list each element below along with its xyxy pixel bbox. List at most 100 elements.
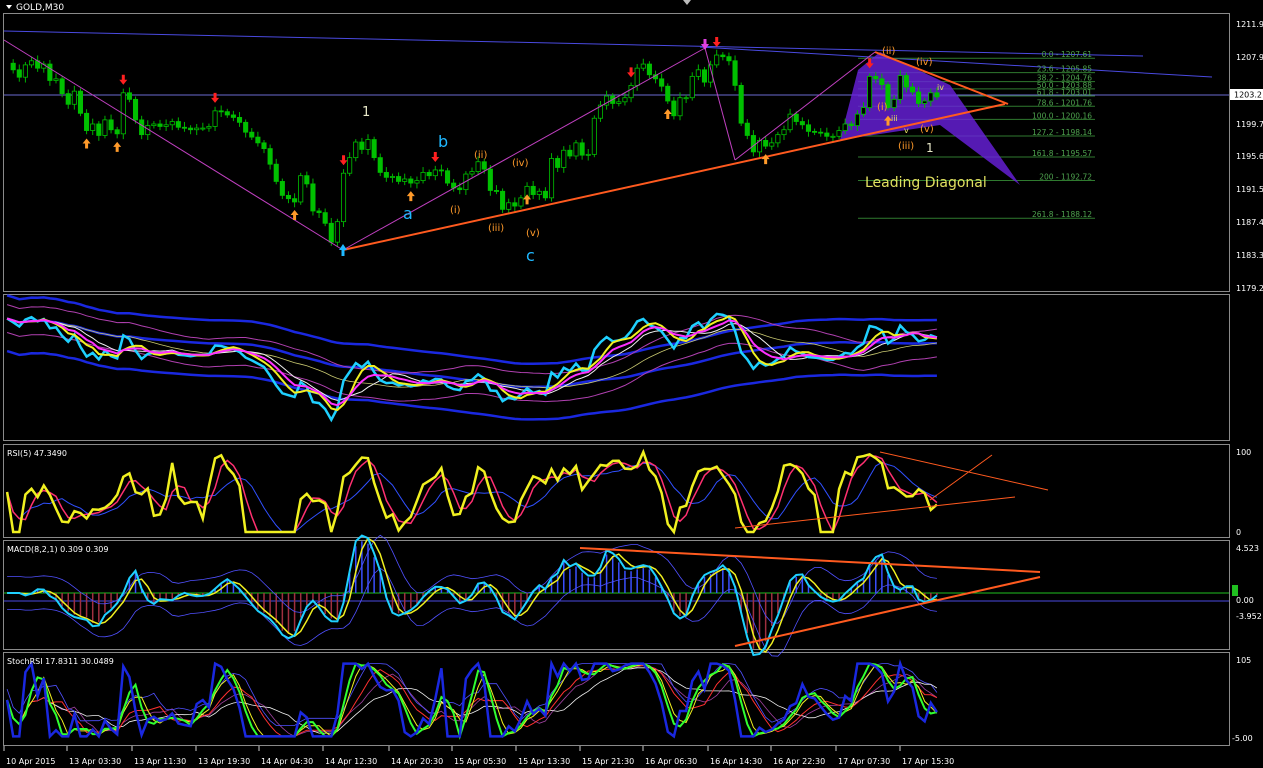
candle-body — [322, 212, 328, 224]
candle-body — [616, 101, 622, 104]
candle-body — [628, 85, 634, 99]
symbol-dropdown-icon[interactable] — [6, 5, 12, 9]
fractal-up-arrow — [82, 138, 91, 149]
fractal-down-arrow — [627, 67, 636, 78]
candle-body — [230, 114, 236, 118]
candle-body — [481, 161, 487, 170]
fib-level-label: 200 - 1192.72 — [1039, 172, 1092, 181]
time-label: 13 Apr 11:30 — [134, 757, 186, 766]
candle-body — [640, 63, 646, 69]
chart-shift-marker[interactable] — [683, 0, 691, 5]
wave-label-r-small-iii: iii — [891, 114, 898, 123]
rsi-panel-frame — [3, 444, 1230, 538]
fib-level-label: 78.6 - 1201.76 — [1037, 98, 1092, 107]
current-price-label: 1203.2 — [1234, 91, 1262, 100]
candle-body — [181, 126, 188, 129]
fractal-up-arrow — [406, 191, 415, 202]
wave-label-ii: (ii) — [474, 150, 487, 161]
purple-channel-line-3 — [704, 47, 736, 161]
macd-envelope-line — [7, 567, 937, 657]
fractal-up-arrow — [523, 194, 532, 205]
candle-body — [353, 141, 359, 159]
candle-body — [261, 142, 267, 150]
candle-body — [548, 158, 555, 199]
candle-body — [457, 187, 463, 191]
candle-body — [285, 194, 292, 200]
candle-body — [561, 149, 567, 168]
fib-level-label: 161.8 - 1195.57 — [1032, 149, 1092, 158]
candle-body — [243, 121, 249, 133]
candle-body — [402, 178, 408, 182]
wave-label-r-iv: (iv) — [916, 57, 933, 68]
rsi-yellow-line — [5, 448, 938, 535]
candle-body — [139, 119, 145, 136]
candle-body — [738, 85, 744, 124]
wave-label-c: c — [526, 246, 535, 265]
candle-body — [47, 63, 53, 81]
candle-body — [818, 131, 824, 134]
header: GOLD,M30 — [6, 3, 64, 13]
leading-diagonal-annotation: Leading Diagonal — [865, 175, 987, 191]
candle-body — [842, 123, 848, 131]
candle-body — [224, 111, 230, 116]
diagonal-projection-fill — [840, 52, 1020, 185]
time-label: 13 Apr 19:30 — [198, 757, 250, 766]
candle-body — [793, 113, 799, 122]
candle-body — [347, 157, 353, 174]
wave-label-r-small-v: v — [904, 126, 909, 135]
candle-body — [371, 139, 377, 159]
candle-body — [493, 190, 500, 192]
candle-body — [714, 54, 720, 66]
time-label: 10 Apr 2015 — [6, 757, 55, 766]
candle-body — [475, 161, 481, 172]
candle-body — [438, 169, 444, 172]
candle-body — [175, 121, 181, 128]
candle-body — [536, 190, 542, 195]
rsi-panel — [5, 448, 1049, 535]
macd-tick: 0.00 — [1236, 596, 1254, 605]
purple-channel-line-2 — [342, 47, 706, 251]
price-tick: 1211.95 — [1236, 20, 1263, 29]
candle-body — [720, 54, 726, 58]
candle-body — [426, 172, 432, 177]
candle-body — [671, 100, 677, 117]
bands-panel-frame — [3, 294, 1230, 441]
candle-body — [132, 98, 139, 121]
price-axis: 1211.95 1207.95 1199.75 1195.65 1191.55 … — [1230, 20, 1263, 293]
candle-body — [408, 178, 414, 184]
candle-body — [542, 190, 548, 199]
candle-body — [867, 75, 873, 108]
fib-level-label: 61.8 - 1203.01 — [1037, 88, 1092, 97]
price-tick: 1199.75 — [1236, 120, 1263, 129]
candle-body — [812, 130, 818, 133]
price-tick: 1187.45 — [1236, 218, 1263, 227]
candle-body — [873, 75, 879, 80]
candle-body — [383, 172, 389, 178]
candle-body — [328, 222, 334, 243]
fractal-up-arrow — [113, 141, 122, 152]
macd-tick: -3.952 — [1236, 612, 1262, 621]
stoch-tick: 105 — [1236, 656, 1251, 665]
time-label: 14 Apr 20:30 — [391, 757, 443, 766]
candle-body — [316, 210, 322, 214]
candle-body — [212, 110, 218, 127]
candle-body — [310, 183, 316, 212]
candle-body — [567, 149, 573, 157]
candle-body — [304, 175, 310, 185]
candle-body — [916, 91, 922, 104]
candle-body — [163, 124, 169, 127]
candle-body — [909, 86, 916, 93]
rsi-tick: 100 — [1236, 448, 1251, 457]
candle-body — [634, 67, 640, 86]
price-tick: 1191.55 — [1236, 185, 1263, 194]
fib-level-label: 0.0 - 1207.61 — [1042, 50, 1093, 59]
candle-body — [389, 176, 396, 178]
candle-body — [928, 92, 934, 102]
candle-body — [292, 198, 298, 203]
wave-label-r-small-iv: iv — [937, 83, 944, 92]
candle-body — [585, 153, 591, 156]
time-label: 16 Apr 14:30 — [710, 757, 762, 766]
time-label: 15 Apr 13:30 — [518, 757, 570, 766]
candle-body — [432, 169, 438, 177]
candle-body — [194, 127, 200, 131]
